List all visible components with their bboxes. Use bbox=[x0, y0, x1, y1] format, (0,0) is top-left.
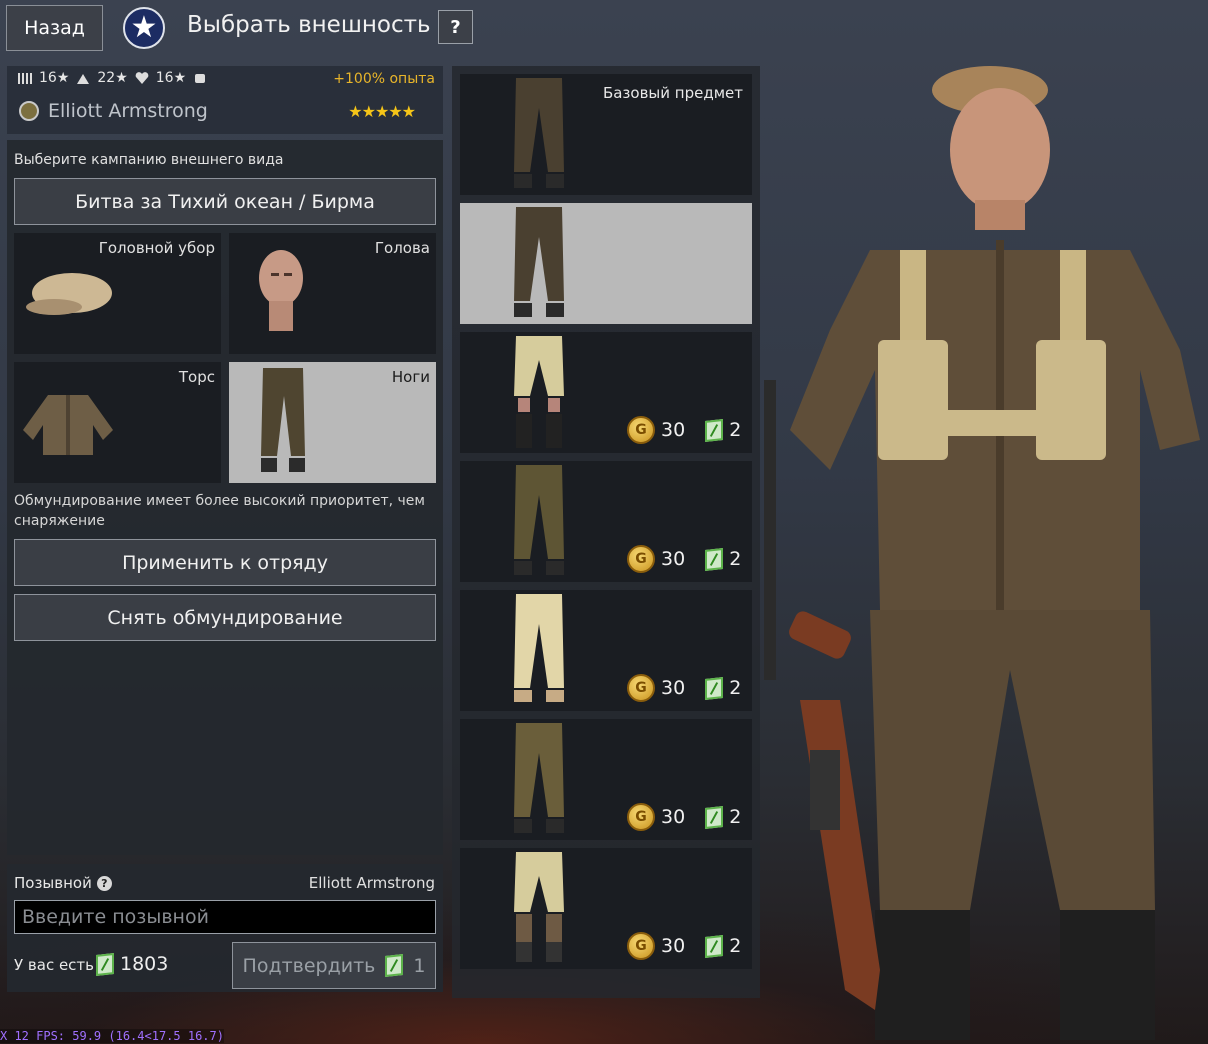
ticket-icon bbox=[705, 547, 724, 571]
balance-value: 1803 bbox=[120, 953, 169, 975]
strength-icon bbox=[192, 70, 208, 86]
confirm-button[interactable]: Подтвердить 1 bbox=[232, 942, 436, 989]
slot-label: Голова bbox=[374, 239, 430, 257]
item-price: G 30 2 bbox=[627, 803, 741, 831]
rank-icon bbox=[19, 101, 39, 121]
ticket-price: 2 bbox=[729, 806, 742, 828]
ticket-price: 2 bbox=[729, 935, 742, 957]
stat-value: 16★ bbox=[155, 70, 187, 86]
campaign-prompt: Выберите кампанию внешнего вида bbox=[14, 152, 284, 168]
ticket-price: 2 bbox=[729, 548, 742, 570]
shorts-icon bbox=[514, 852, 564, 962]
squad-icon bbox=[17, 70, 33, 86]
callsign-label-text: Позывной bbox=[14, 874, 92, 892]
jacket-icon bbox=[23, 395, 113, 455]
speed-icon bbox=[75, 70, 91, 86]
item-option[interactable]: G 30 2 bbox=[460, 590, 752, 711]
slot-headwear[interactable]: Головной убор bbox=[14, 233, 221, 354]
trousers-icon bbox=[514, 723, 564, 833]
items-list: Базовый предмет G 30 2 G 30 2 G 30 2 G 3… bbox=[452, 66, 760, 998]
item-option[interactable]: G 30 2 bbox=[460, 332, 752, 453]
appearance-panel: Выберите кампанию внешнего вида Битва за… bbox=[7, 140, 443, 855]
gold-coin-icon: G bbox=[627, 674, 655, 702]
shorts-icon bbox=[514, 336, 564, 448]
beret-icon bbox=[26, 273, 112, 315]
item-price: G 30 2 bbox=[627, 416, 741, 444]
star-icon: ★ bbox=[123, 7, 165, 49]
back-button[interactable]: Назад bbox=[6, 5, 103, 51]
item-base[interactable]: Базовый предмет bbox=[460, 74, 752, 195]
callsign-panel: Позывной ? Elliott Armstrong У вас есть … bbox=[7, 864, 443, 992]
gold-price: 30 bbox=[661, 677, 686, 699]
item-price: G 30 2 bbox=[627, 545, 741, 573]
item-price: G 30 2 bbox=[627, 932, 741, 960]
fps-counter: X 12 FPS: 59.9 (16.4<17.5 16.7) bbox=[0, 1029, 224, 1043]
head-icon bbox=[259, 250, 303, 331]
slot-head[interactable]: Голова bbox=[229, 233, 436, 354]
item-option[interactable]: G 30 2 bbox=[460, 848, 752, 969]
apply-to-squad-button[interactable]: Применить к отряду bbox=[14, 539, 436, 586]
gold-coin-icon: G bbox=[627, 932, 655, 960]
stat-value: 16★ bbox=[39, 70, 70, 86]
ticket-price: 2 bbox=[729, 677, 742, 699]
slot-label: Торс bbox=[178, 368, 215, 386]
star-rating: ★★★★★ bbox=[348, 102, 416, 121]
soldier-preview bbox=[764, 66, 1200, 1040]
ticket-icon bbox=[705, 934, 724, 958]
item-option[interactable] bbox=[460, 203, 752, 324]
current-callsign: Elliott Armstrong bbox=[308, 874, 435, 892]
gold-price: 30 bbox=[661, 806, 686, 828]
callsign-label: Позывной ? bbox=[14, 874, 112, 892]
xp-bonus: +100% опыта bbox=[333, 71, 435, 87]
slot-legs[interactable]: Ноги bbox=[229, 362, 436, 483]
gold-coin-icon: G bbox=[627, 545, 655, 573]
gold-coin-icon: G bbox=[627, 416, 655, 444]
ticket-balance: 1803 bbox=[96, 952, 169, 976]
item-option[interactable]: G 30 2 bbox=[460, 461, 752, 582]
ticket-icon bbox=[705, 805, 724, 829]
gold-price: 30 bbox=[661, 935, 686, 957]
item-option[interactable]: G 30 2 bbox=[460, 719, 752, 840]
callsign-input[interactable] bbox=[14, 900, 436, 934]
soldier-card: 16★ 22★ 16★ +100% опыта Elliott Armstron… bbox=[7, 66, 443, 134]
trousers-icon bbox=[514, 207, 564, 317]
trousers-icon bbox=[514, 594, 564, 702]
confirm-cost: 1 bbox=[413, 954, 426, 977]
soldier-stats: 16★ 22★ 16★ bbox=[17, 70, 208, 86]
remove-uniform-button[interactable]: Снять обмундирование bbox=[14, 594, 436, 641]
trousers-icon bbox=[514, 465, 564, 575]
ticket-icon bbox=[96, 952, 114, 976]
slot-torso[interactable]: Торс bbox=[14, 362, 221, 483]
gold-price: 30 bbox=[661, 548, 686, 570]
help-button[interactable]: ? bbox=[438, 10, 473, 44]
page-title: Выбрать внешность bbox=[187, 12, 431, 38]
soldier-name: Elliott Armstrong bbox=[48, 100, 208, 122]
campaign-select-button[interactable]: Битва за Тихий океан / Бирма bbox=[14, 178, 436, 225]
confirm-label: Подтвердить bbox=[242, 954, 376, 977]
trousers-icon bbox=[261, 368, 305, 472]
gold-coin-icon: G bbox=[627, 803, 655, 831]
stat-value: 22★ bbox=[97, 70, 128, 86]
priority-note: Обмундирование имеет более высокий приор… bbox=[14, 493, 425, 529]
base-item-label: Базовый предмет bbox=[602, 84, 743, 102]
slot-label: Головной убор bbox=[98, 239, 215, 257]
ticket-price: 2 bbox=[729, 419, 742, 441]
gold-price: 30 bbox=[661, 419, 686, 441]
trousers-icon bbox=[514, 78, 564, 188]
ticket-icon bbox=[705, 676, 724, 700]
ticket-icon bbox=[705, 418, 724, 442]
ticket-icon bbox=[385, 954, 404, 977]
health-icon bbox=[134, 70, 150, 86]
balance-label: У вас есть bbox=[14, 956, 95, 974]
item-price: G 30 2 bbox=[627, 674, 741, 702]
slot-label: Ноги bbox=[391, 368, 430, 386]
help-icon[interactable]: ? bbox=[96, 875, 112, 891]
